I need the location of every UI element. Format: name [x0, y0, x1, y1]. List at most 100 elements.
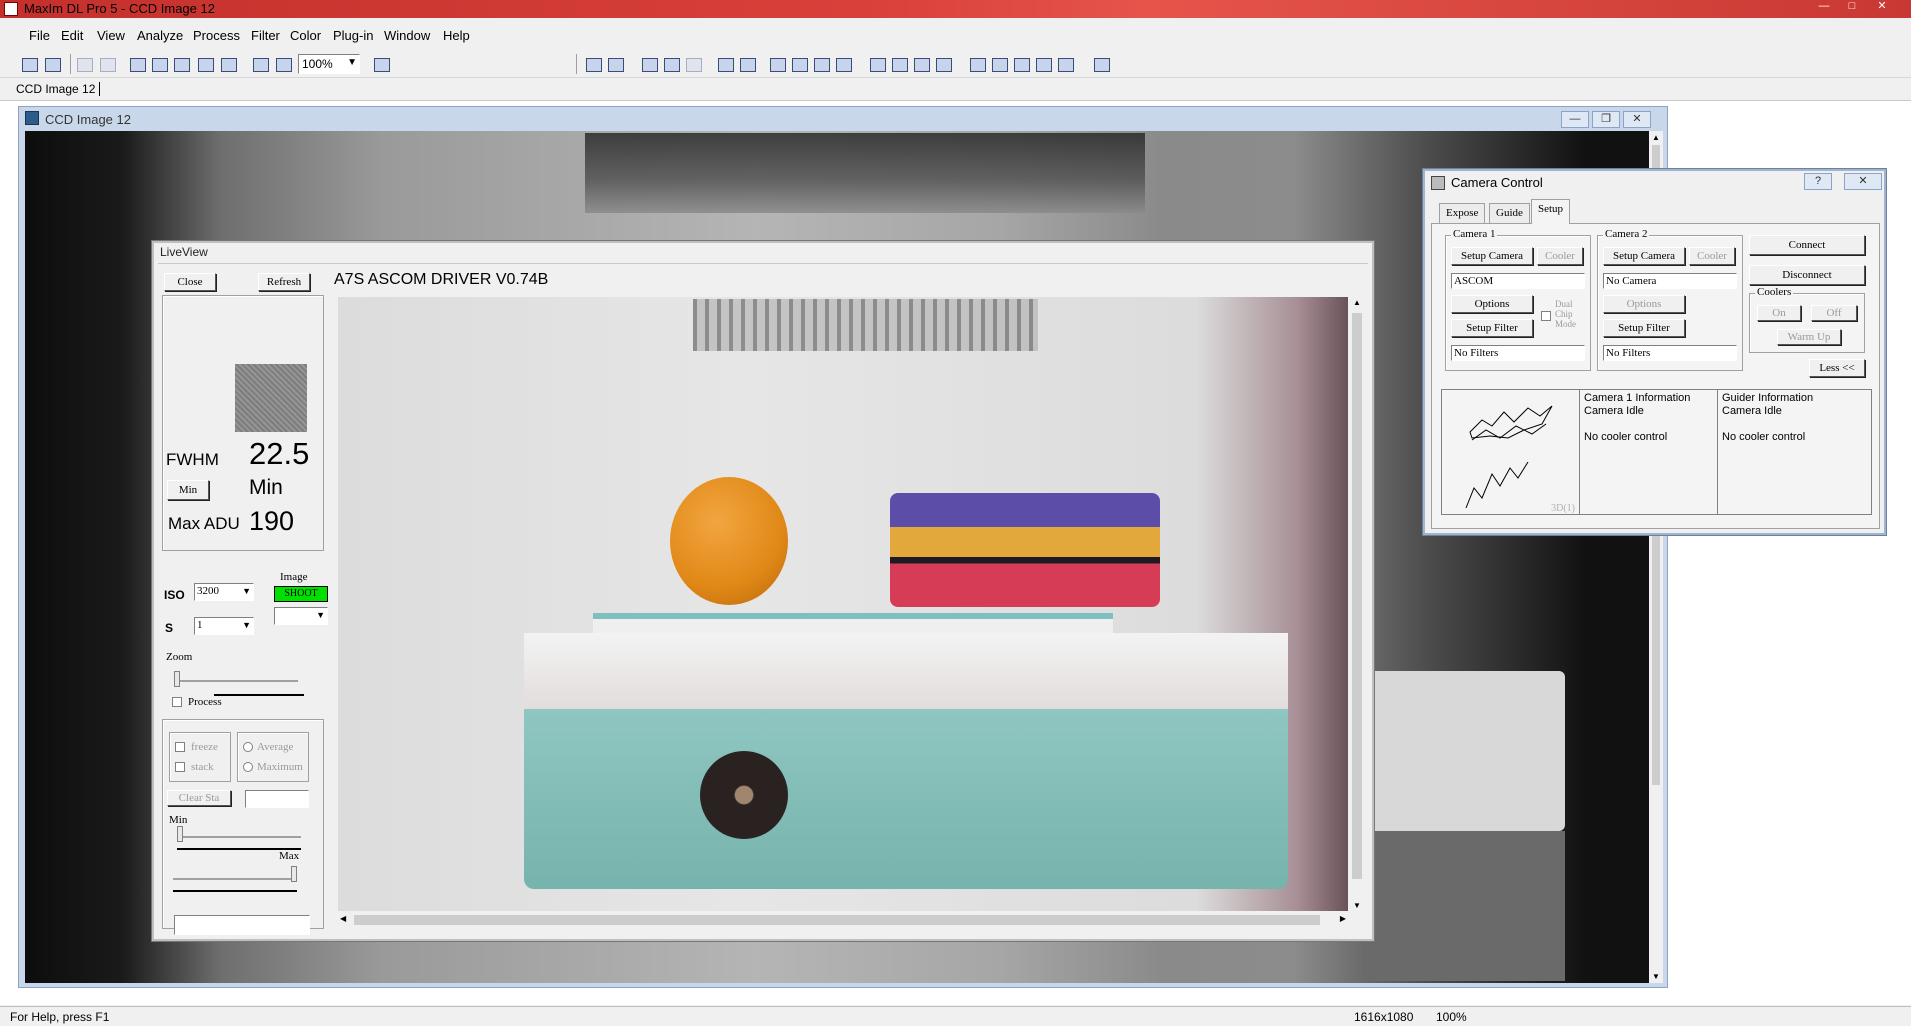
less-button[interactable]: Less << [1809, 359, 1865, 377]
disconnect-button[interactable]: Disconnect [1749, 265, 1865, 285]
tool-icon[interactable] [912, 55, 930, 73]
menu-view[interactable]: View [97, 28, 125, 43]
tool-icon[interactable] [768, 55, 786, 73]
close-button[interactable]: ✕ [1623, 111, 1651, 128]
freeze-checkbox[interactable] [175, 742, 185, 752]
tool-icon[interactable] [1092, 55, 1110, 73]
max-slider-thumb[interactable] [291, 866, 297, 882]
menu-window[interactable]: Window [384, 28, 430, 43]
histogram-icon[interactable] [868, 55, 886, 73]
help-button[interactable]: ? [1804, 173, 1832, 190]
iso-select[interactable]: 3200 ▼ [194, 583, 254, 601]
maximum-radio[interactable] [243, 762, 253, 772]
save-icon[interactable] [43, 55, 61, 73]
open-icon[interactable] [20, 55, 38, 73]
shoot-button[interactable]: SHOOT [274, 586, 328, 602]
tool-icon[interactable] [640, 55, 658, 73]
scroll-thumb[interactable] [354, 915, 1320, 925]
tab-guide[interactable]: Guide [1489, 203, 1530, 223]
options2-button[interactable]: Options [1603, 295, 1685, 313]
process-checkbox[interactable] [172, 697, 182, 707]
cooler1-button[interactable]: Cooler [1537, 247, 1583, 265]
tool-icon[interactable] [1034, 55, 1052, 73]
info-icon[interactable] [219, 55, 237, 73]
stack-checkbox[interactable] [175, 762, 185, 772]
clear-stack-button[interactable]: Clear Sta [167, 790, 231, 806]
menu-edit[interactable]: Edit [61, 28, 83, 43]
stack-count-field[interactable] [245, 790, 309, 808]
tool-icon[interactable] [684, 55, 702, 73]
min-slider-thumb[interactable] [177, 826, 183, 842]
zoom-out-icon[interactable] [274, 55, 292, 73]
scroll-right-icon[interactable]: ▶ [1340, 914, 1346, 923]
menu-process[interactable]: Process [193, 28, 240, 43]
cooler2-button[interactable]: Cooler [1689, 247, 1735, 265]
restore-button[interactable]: ❐ [1592, 111, 1620, 128]
scroll-up-icon[interactable]: ▲ [1353, 298, 1361, 307]
doc-tab[interactable]: CCD Image 12 [16, 82, 101, 96]
help-pointer-icon[interactable] [372, 55, 390, 73]
average-radio[interactable] [243, 742, 253, 752]
connect-button[interactable]: Connect [1749, 235, 1865, 255]
tool-icon[interactable] [834, 55, 852, 73]
tool-icon[interactable] [890, 55, 908, 73]
scroll-thumb[interactable] [1352, 313, 1362, 879]
setup-camera2-button[interactable]: Setup Camera [1603, 247, 1685, 265]
scroll-down-icon[interactable]: ▼ [1652, 972, 1660, 981]
tab-setup[interactable]: Setup [1531, 199, 1571, 224]
options1-button[interactable]: Options [1451, 295, 1533, 313]
tool-icon[interactable] [606, 55, 624, 73]
refresh-button[interactable]: Refresh [258, 273, 310, 291]
menu-analyze[interactable]: Analyze [137, 28, 183, 43]
liveview-window[interactable]: LiveView Close Refresh FWHM 22.5 Min Min… [152, 241, 1374, 941]
live-vertical-scrollbar[interactable]: ▲ ▼ [1350, 297, 1364, 911]
redo-icon[interactable] [98, 55, 116, 73]
minimize-button[interactable]: — [1812, 0, 1836, 14]
tool-icon[interactable] [934, 55, 952, 73]
tool-icon[interactable] [990, 55, 1008, 73]
tab-expose[interactable]: Expose [1439, 203, 1486, 223]
image-icon[interactable] [128, 55, 146, 73]
zoom-slider-thumb[interactable] [174, 671, 180, 687]
shutter-select[interactable]: 1 ▼ [194, 617, 254, 635]
zoom-select[interactable]: 100% ▼ [298, 54, 360, 74]
live-horizontal-scrollbar[interactable]: ◀ ▶ [338, 913, 1348, 927]
maximize-button[interactable]: □ [1840, 0, 1864, 14]
cooler-on-button[interactable]: On [1757, 305, 1801, 321]
tool-icon[interactable] [1056, 55, 1074, 73]
menu-color[interactable]: Color [290, 28, 321, 43]
live-image[interactable] [338, 297, 1348, 911]
scroll-down-icon[interactable]: ▼ [1353, 901, 1361, 910]
crosshair-icon[interactable] [738, 55, 756, 73]
tool-icon[interactable] [716, 55, 734, 73]
tool-icon[interactable] [1012, 55, 1030, 73]
tool-icon[interactable] [662, 55, 680, 73]
menu-filter[interactable]: Filter [251, 28, 280, 43]
close-liveview-button[interactable]: Close [164, 273, 216, 291]
menu-plug-in[interactable]: Plug-in [333, 28, 373, 43]
hand-icon[interactable] [196, 55, 214, 73]
setup-filter2-button[interactable]: Setup Filter [1603, 319, 1685, 337]
camera-control-window[interactable]: Camera Control ? ✕ Expose Guide Setup Ca… [1423, 169, 1886, 535]
scroll-up-icon[interactable]: ▲ [1652, 133, 1660, 142]
scroll-left-icon[interactable]: ◀ [340, 914, 346, 923]
tool-icon[interactable] [790, 55, 808, 73]
tool-icon[interactable] [968, 55, 986, 73]
undo-icon[interactable] [75, 55, 93, 73]
setup-filter1-button[interactable]: Setup Filter [1451, 319, 1533, 337]
min-button[interactable]: Min [167, 480, 209, 500]
screen-stretch-icon[interactable] [172, 55, 190, 73]
minimize-button[interactable]: — [1561, 111, 1589, 128]
dual-chip-checkbox[interactable] [1541, 311, 1551, 321]
cooler-off-button[interactable]: Off [1811, 305, 1857, 321]
palette-icon[interactable] [150, 55, 168, 73]
close-button[interactable]: ✕ [1870, 0, 1894, 14]
menu-help[interactable]: Help [443, 28, 470, 43]
status-field[interactable] [174, 915, 310, 935]
stop-icon[interactable] [812, 55, 830, 73]
zoom-in-icon[interactable] [251, 55, 269, 73]
image-select[interactable]: ▼ [274, 607, 328, 625]
title-bar[interactable]: MaxIm DL Pro 5 - CCD Image 12 — □ ✕ [0, 0, 1911, 18]
menu-file[interactable]: File [29, 28, 50, 43]
warm-up-button[interactable]: Warm Up [1777, 329, 1841, 345]
